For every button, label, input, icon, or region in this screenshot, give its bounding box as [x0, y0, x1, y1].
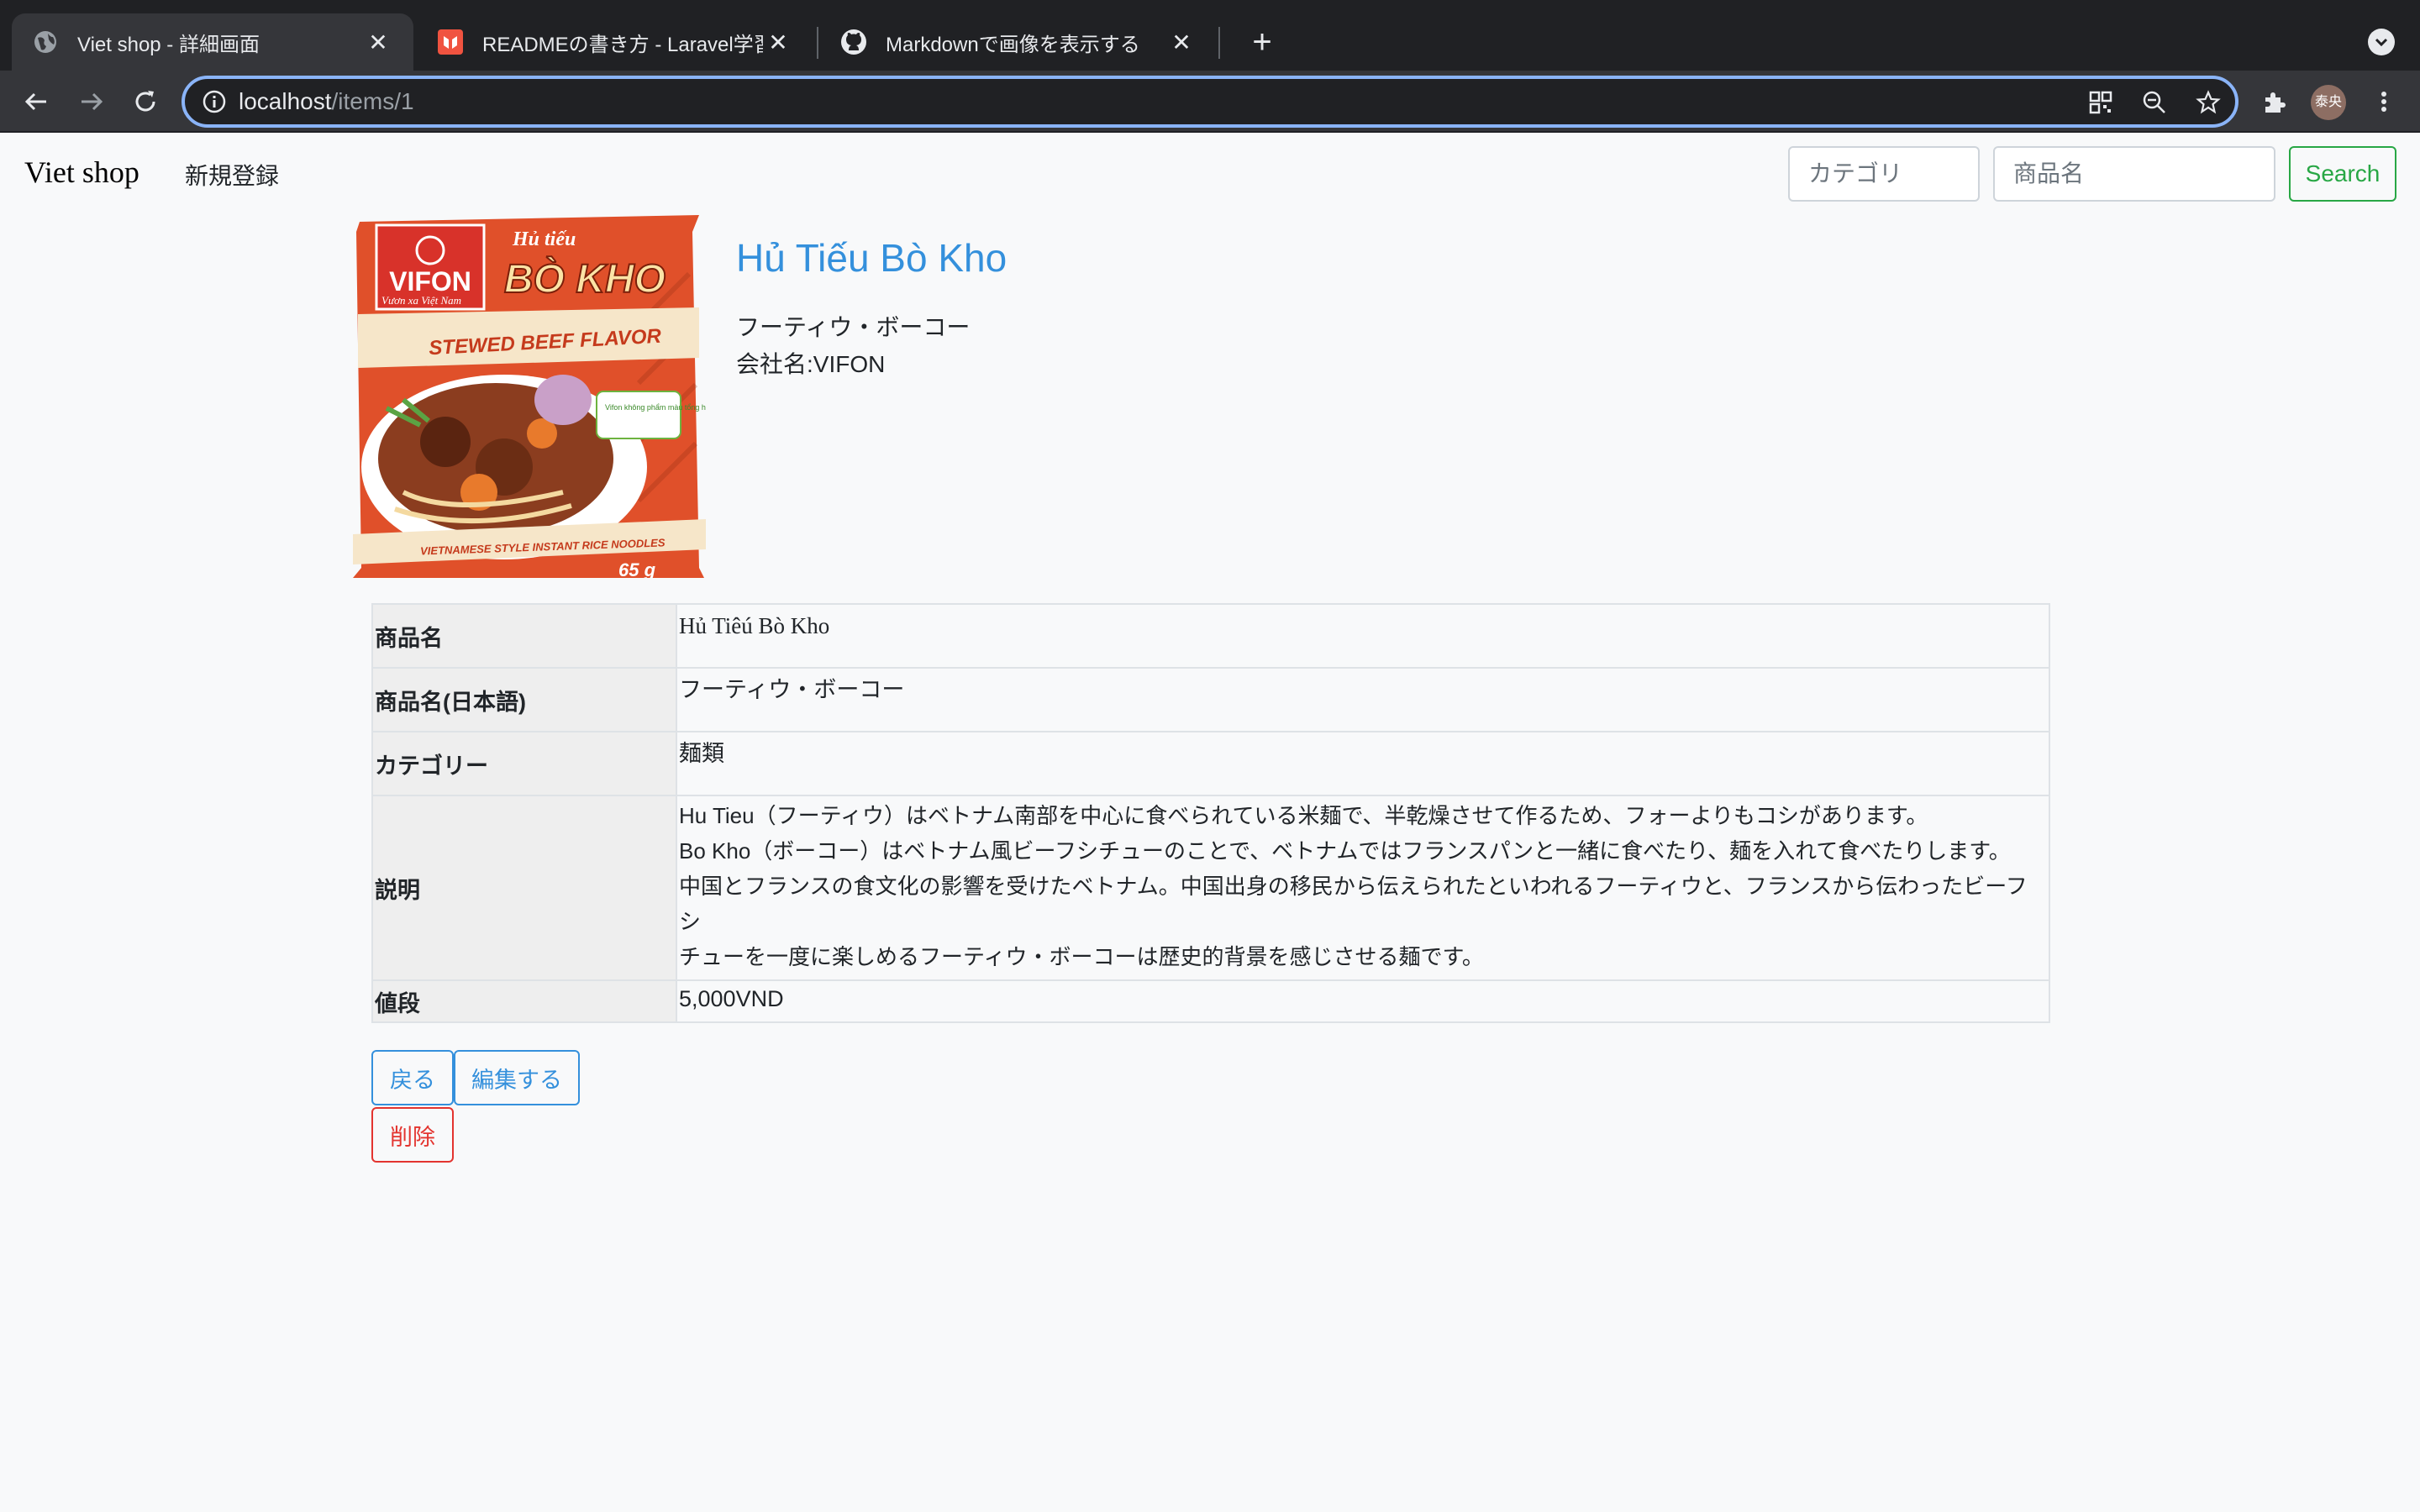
- category-search-input[interactable]: [1788, 146, 1980, 202]
- description-line: Hu Tieu（フーティウ）はベトナム南部を中心に食べられている米麺で、半乾燥さ…: [679, 803, 1928, 828]
- url-text[interactable]: localhost/items/1: [239, 89, 414, 114]
- table-row: 説明 Hu Tieu（フーティウ）はベトナム南部を中心に食べられている米麺で、半…: [371, 795, 2050, 981]
- browser-toolbar: localhost/items/1 泰央: [0, 71, 2420, 133]
- table-row: 商品名(日本語) フーティウ・ボーコー: [371, 667, 2050, 732]
- tab-search-icon[interactable]: [2368, 29, 2395, 55]
- register-link[interactable]: 新規登録: [185, 158, 279, 192]
- browser-tabstrip: Viet shop - 詳細画面 ✕ READMEの書き方 - Laravel学…: [0, 0, 2420, 71]
- globe-icon: [32, 29, 59, 55]
- close-icon[interactable]: ✕: [363, 29, 393, 56]
- row-label: カテゴリー: [371, 731, 677, 796]
- package-title-big: BÒ KHO: [504, 256, 666, 302]
- qr-code-icon[interactable]: [2086, 87, 2116, 118]
- delete-button[interactable]: 削除: [371, 1107, 454, 1163]
- more-vertical-icon[interactable]: [2366, 84, 2402, 119]
- tab-separator: [817, 27, 818, 59]
- tab-readme[interactable]: READMEの書き方 - Laravel学習帳 ✕: [417, 13, 813, 71]
- zoom-out-icon[interactable]: [2139, 87, 2170, 118]
- row-value: フーティウ・ボーコー: [676, 667, 2050, 732]
- description-line: Bo Kho（ボーコー）はベトナム風ビーフシチューのことで、ベトナムではフランス…: [679, 838, 2011, 864]
- close-icon[interactable]: ✕: [763, 29, 793, 56]
- site-brand[interactable]: Viet shop: [24, 155, 139, 190]
- row-value: 麺類: [676, 731, 2050, 796]
- table-row: カテゴリー 麺類: [371, 731, 2050, 796]
- back-arrow-icon[interactable]: [15, 81, 57, 123]
- row-label: 値段: [371, 979, 677, 1023]
- product-name-search-input[interactable]: [1993, 146, 2275, 202]
- info-icon[interactable]: [202, 89, 227, 114]
- github-icon: [840, 29, 867, 55]
- row-label: 説明: [371, 795, 677, 981]
- row-label: 商品名: [371, 603, 677, 669]
- table-row: 商品名 Hủ Tiêú Bò Kho: [371, 603, 2050, 669]
- new-tab-plus-icon[interactable]: +: [1240, 20, 1284, 64]
- edit-button[interactable]: 編集する: [454, 1050, 580, 1105]
- product-detail-table: 商品名 Hủ Tiêú Bò Kho 商品名(日本語) フーティウ・ボーコー カ…: [371, 603, 2050, 1023]
- description-line: 中国とフランスの食文化の影響を受けたベトナム。中国出身の移民から伝えられたといわ…: [679, 874, 2028, 934]
- package-tagline: Vươn xa Việt Nam: [381, 294, 461, 307]
- tab-title: READMEの書き方 - Laravel学習帳: [482, 33, 763, 56]
- tab-viet-shop[interactable]: Viet shop - 詳細画面 ✕: [12, 13, 413, 71]
- close-icon[interactable]: ✕: [1166, 29, 1197, 56]
- forward-arrow-icon[interactable]: [71, 81, 113, 123]
- tab-title: Markdownで画像を表示する: [886, 33, 1140, 56]
- reload-icon[interactable]: [124, 81, 166, 123]
- table-row: 値段 5,000VND: [371, 979, 2050, 1023]
- product-image: VIFON Vươn xa Việt Nam Hủ tiếu BÒ KHO ST…: [353, 215, 706, 578]
- address-bar[interactable]: localhost/items/1: [182, 76, 2238, 128]
- back-button[interactable]: 戻る: [371, 1050, 454, 1105]
- laravel-icon: [437, 29, 464, 55]
- row-value: Hủ Tiêú Bò Kho: [676, 603, 2050, 669]
- bookmark-star-icon[interactable]: [2193, 87, 2223, 118]
- package-brand: VIFON: [389, 266, 471, 297]
- package-badge: Vifon không phẩm màu tổng hợp: [605, 403, 706, 412]
- tab-markdown[interactable]: Markdownで画像を表示する ✕: [820, 13, 1217, 71]
- product-company: 会社名:VIFON: [736, 351, 886, 377]
- extensions-puzzle-icon[interactable]: [2257, 84, 2292, 119]
- product-title: Hủ Tiếu Bò Kho: [736, 236, 1007, 280]
- description-line: チューを一度に楽しめるフーティウ・ボーコーは歴史的背景を感じさせる麺です。: [679, 944, 1484, 969]
- product-name-ja: フーティウ・ボーコー: [736, 314, 971, 340]
- package-weight: 65 g: [618, 559, 656, 578]
- profile-avatar[interactable]: 泰央: [2311, 85, 2346, 120]
- tab-title: Viet shop - 詳細画面: [77, 33, 260, 56]
- price-value: 5,000VND: [676, 979, 2050, 1023]
- tab-separator: [1218, 27, 1220, 59]
- package-title-small: Hủ tiếu: [512, 228, 576, 250]
- search-button[interactable]: Search: [2289, 146, 2396, 202]
- description-value: Hu Tieu（フーティウ）はベトナム南部を中心に食べられている米麺で、半乾燥さ…: [676, 795, 2050, 981]
- row-label: 商品名(日本語): [371, 667, 677, 732]
